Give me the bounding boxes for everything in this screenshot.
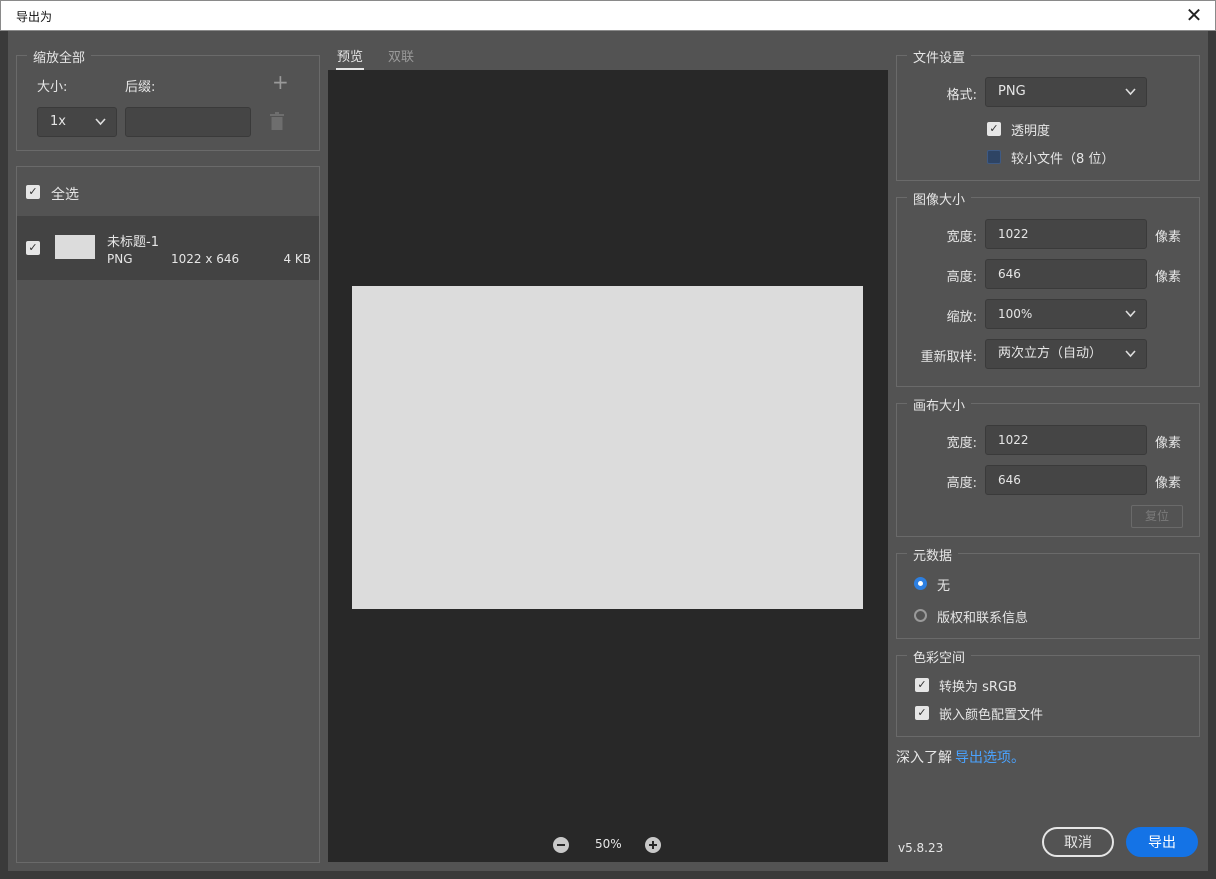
image-height-unit: 像素 xyxy=(1155,270,1182,285)
size-select[interactable]: 1x xyxy=(37,107,117,137)
learn-more-text: 深入了解 xyxy=(896,750,952,766)
transparency-label: 透明度 xyxy=(1011,124,1051,139)
scale-select[interactable]: 100% xyxy=(985,299,1147,329)
scale-all-legend: 缩放全部 xyxy=(27,47,92,66)
format-label: 格式: xyxy=(946,88,977,103)
asset-checkbox[interactable]: ✓ xyxy=(26,241,40,255)
close-icon[interactable]: ✕ xyxy=(1183,4,1205,26)
metadata-copyright-radio[interactable] xyxy=(914,609,927,622)
canvas-size-legend: 画布大小 xyxy=(907,395,972,414)
chevron-down-icon xyxy=(1125,340,1136,379)
tab-two-up[interactable]: 双联 xyxy=(388,46,414,65)
embed-profile-label: 嵌入颜色配置文件 xyxy=(939,708,1044,723)
suffix-input[interactable] xyxy=(125,107,251,137)
asset-size: 4 KB xyxy=(283,252,311,266)
file-settings-legend: 文件设置 xyxy=(907,47,972,66)
asset-format: PNG xyxy=(107,252,133,266)
resample-select[interactable]: 两次立方（自动） xyxy=(985,339,1147,369)
assets-panel: ✓ 全选 ✓ 未标题-1 PNG 1022 x 646 4 KB xyxy=(16,166,320,863)
canvas-width-unit: 像素 xyxy=(1155,436,1182,451)
chevron-down-icon xyxy=(1125,78,1136,117)
metadata-panel: 元数据 无 版权和联系信息 xyxy=(896,545,1200,639)
preview-area[interactable]: 50% xyxy=(328,70,888,862)
zoom-out-icon[interactable] xyxy=(553,837,569,857)
canvas-width-input[interactable]: 1022 xyxy=(985,425,1147,455)
smaller-file-checkbox[interactable] xyxy=(987,150,1001,164)
image-size-legend: 图像大小 xyxy=(907,189,972,208)
asset-thumbnail xyxy=(55,235,95,259)
convert-srgb-label: 转换为 sRGB xyxy=(939,680,1017,695)
canvas-width-label: 宽度: xyxy=(946,436,977,451)
add-icon[interactable]: + xyxy=(272,70,289,94)
convert-srgb-checkbox[interactable]: ✓ xyxy=(915,678,929,692)
image-width-input[interactable]: 1022 xyxy=(985,219,1147,249)
zoom-level: 50% xyxy=(595,837,622,851)
color-space-legend: 色彩空间 xyxy=(907,647,972,666)
image-height-input[interactable]: 646 xyxy=(985,259,1147,289)
trash-icon[interactable] xyxy=(270,112,284,134)
size-label: 大小: xyxy=(37,80,68,95)
version-label: v5.8.23 xyxy=(898,841,944,855)
scale-all-panel: 缩放全部 大小: 后缀: + 1x xyxy=(16,47,320,151)
window-title: 导出为 xyxy=(16,10,53,24)
canvas-height-unit: 像素 xyxy=(1155,476,1182,491)
chevron-down-icon xyxy=(95,108,106,147)
color-space-panel: 色彩空间 ✓ 转换为 sRGB ✓ 嵌入颜色配置文件 xyxy=(896,647,1200,737)
export-button[interactable]: 导出 xyxy=(1126,827,1198,857)
tab-preview[interactable]: 预览 xyxy=(337,46,363,65)
asset-name: 未标题-1 xyxy=(107,235,159,250)
asset-dimensions: 1022 x 646 xyxy=(171,252,240,266)
smaller-file-label: 较小文件（8 位） xyxy=(1011,152,1115,167)
preview-canvas xyxy=(352,286,863,609)
select-all-label: 全选 xyxy=(51,187,79,203)
canvas-size-panel: 画布大小 宽度: 1022 像素 高度: 646 像素 复位 xyxy=(896,395,1200,537)
canvas-height-label: 高度: xyxy=(946,476,977,491)
reset-button[interactable]: 复位 xyxy=(1131,505,1183,528)
select-all-checkbox[interactable]: ✓ xyxy=(26,185,40,199)
titlebar: 导出为 ✕ xyxy=(0,0,1216,31)
image-width-label: 宽度: xyxy=(946,230,977,245)
metadata-legend: 元数据 xyxy=(907,545,959,564)
asset-row[interactable]: ✓ 未标题-1 PNG 1022 x 646 4 KB xyxy=(17,216,319,280)
metadata-none-radio[interactable] xyxy=(914,577,927,590)
file-settings-panel: 文件设置 格式: PNG ✓ 透明度 较小文件（8 位） xyxy=(896,47,1200,181)
metadata-none-label: 无 xyxy=(937,579,951,594)
canvas-height-input[interactable]: 646 xyxy=(985,465,1147,495)
transparency-checkbox[interactable]: ✓ xyxy=(987,122,1001,136)
cancel-button[interactable]: 取消 xyxy=(1042,827,1114,857)
resample-label: 重新取样: xyxy=(920,350,977,365)
embed-profile-checkbox[interactable]: ✓ xyxy=(915,706,929,720)
suffix-label: 后缀: xyxy=(125,80,156,95)
image-height-label: 高度: xyxy=(946,270,977,285)
image-size-panel: 图像大小 宽度: 1022 像素 高度: 646 像素 缩放: 100% 重新取… xyxy=(896,189,1200,387)
image-width-unit: 像素 xyxy=(1155,230,1182,245)
dialog-body: 缩放全部 大小: 后缀: + 1x ✓ 全选 ✓ 未标题-1 PNG 1022 … xyxy=(8,31,1208,871)
scale-label: 缩放: xyxy=(946,310,977,325)
metadata-copyright-label: 版权和联系信息 xyxy=(937,611,1029,626)
export-options-link[interactable]: 导出选项。 xyxy=(955,747,1025,767)
chevron-down-icon xyxy=(1125,300,1136,339)
zoom-in-icon[interactable] xyxy=(645,837,661,857)
format-select[interactable]: PNG xyxy=(985,77,1147,107)
